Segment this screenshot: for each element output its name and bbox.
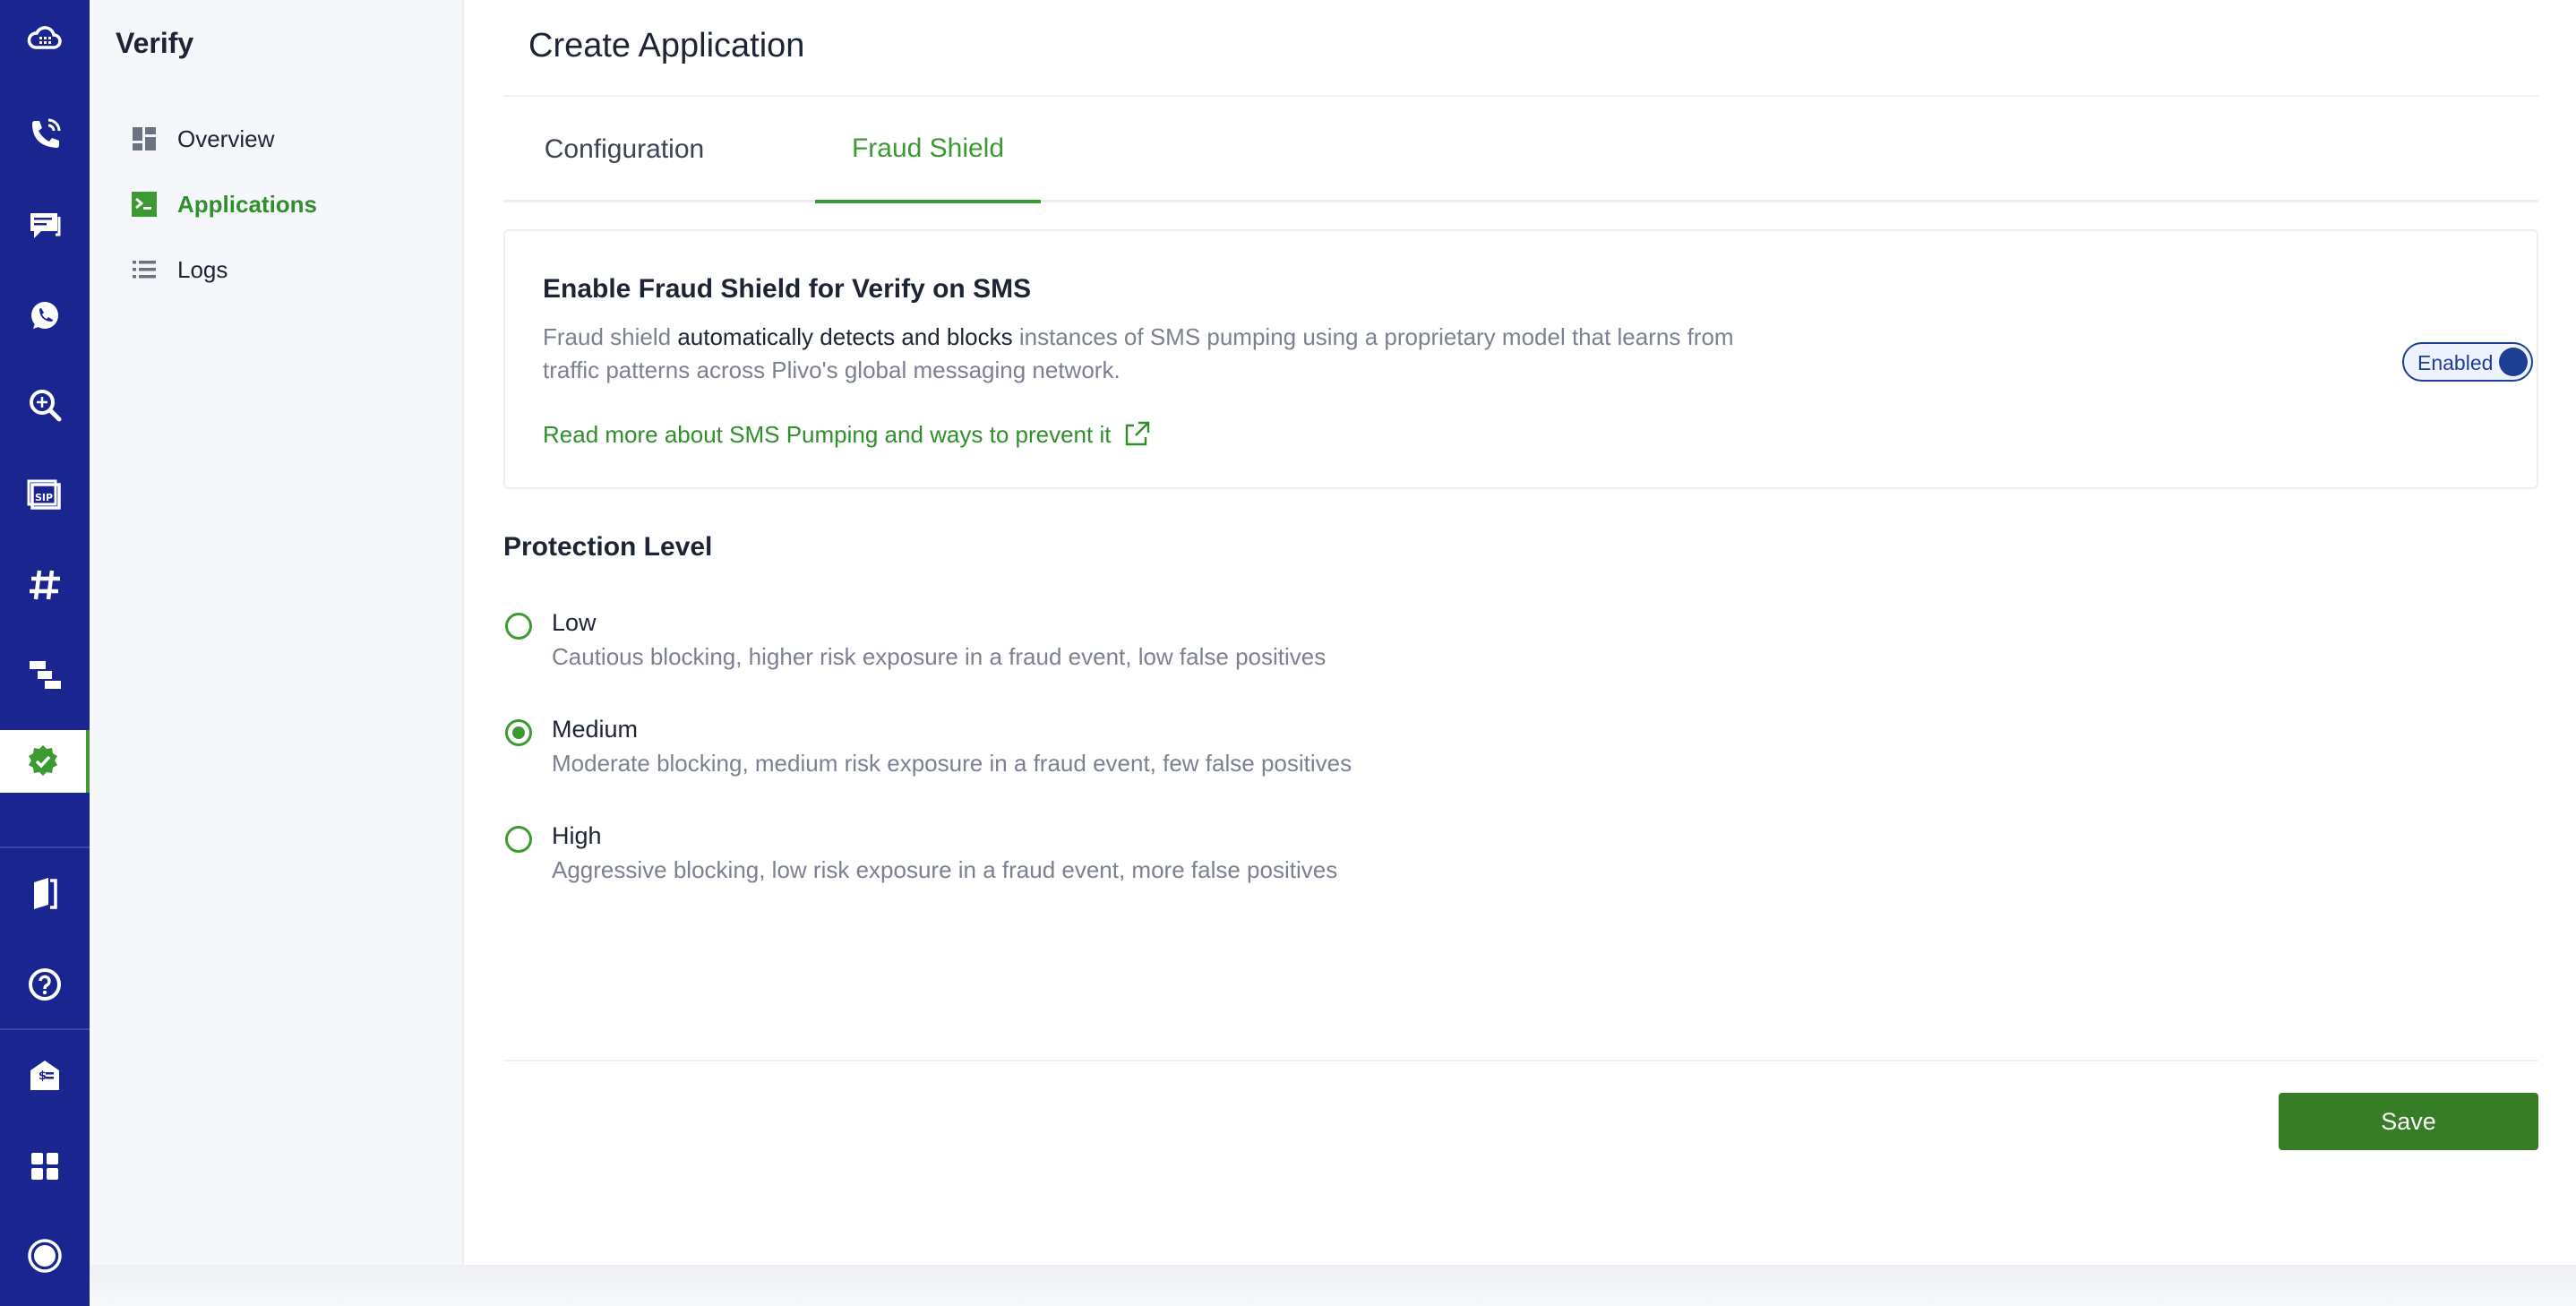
phone-numbers-icon[interactable] — [0, 554, 90, 616]
toggle-knob — [2499, 348, 2528, 376]
radio-high[interactable] — [505, 826, 532, 853]
tab-fraud-shield[interactable]: Fraud Shield — [815, 97, 1041, 203]
window-bottom-edge — [90, 1265, 2576, 1306]
protection-option-low[interactable]: Low Cautious blocking, higher risk expos… — [503, 606, 1936, 686]
fraud-shield-card: Enable Fraud Shield for Verify on SMS Fr… — [503, 229, 2538, 489]
protection-option-medium[interactable]: Medium Moderate blocking, medium risk ex… — [503, 712, 1936, 793]
rail-divider — [0, 1028, 90, 1030]
tab-bar: Configuration Fraud Shield — [503, 97, 2538, 203]
voice-call-icon[interactable] — [0, 103, 90, 166]
sidebar-item-label: Logs — [177, 255, 228, 283]
account-icon[interactable] — [0, 1224, 90, 1287]
option-label: High — [552, 822, 602, 849]
apps-grid-icon[interactable] — [0, 1135, 90, 1198]
protection-level-title: Protection Level — [503, 532, 713, 562]
product-rail: SIP $ — [0, 0, 90, 1306]
whatsapp-icon[interactable] — [0, 284, 90, 347]
cloud-dashboard-icon[interactable] — [0, 7, 90, 70]
desc-text: Fraud shield — [543, 323, 678, 350]
list-icon — [133, 261, 156, 279]
option-label: Medium — [552, 716, 639, 743]
tab-configuration[interactable]: Configuration — [503, 97, 745, 202]
svg-text:SIP: SIP — [35, 492, 53, 503]
footer-divider — [503, 1060, 2538, 1061]
verify-sidebar: Verify Overview Applications Logs — [90, 0, 464, 1265]
sidebar-item-label: Applications — [177, 190, 318, 218]
sip-trunking-icon[interactable]: SIP — [0, 464, 90, 527]
external-link-icon — [1126, 421, 1150, 446]
sidebar-item-label: Overview — [177, 125, 275, 152]
radio-low[interactable] — [505, 613, 532, 640]
billing-icon[interactable]: $ — [0, 1044, 90, 1107]
verify-icon[interactable] — [0, 730, 90, 793]
main-content: Create Application Configuration Fraud S… — [464, 0, 2576, 1265]
option-label: Low — [552, 609, 597, 636]
sidebar-item-overview[interactable]: Overview — [131, 116, 274, 161]
fraud-shield-toggle[interactable]: Enabled — [2402, 342, 2533, 382]
option-description: Aggressive blocking, low risk exposure i… — [552, 856, 1338, 883]
protection-option-high[interactable]: High Aggressive blocking, low risk expos… — [503, 819, 1936, 899]
number-lookup-icon[interactable] — [0, 374, 90, 436]
desc-emphasis: automatically detects and blocks — [677, 323, 1013, 350]
option-description: Moderate blocking, medium risk exposure … — [552, 750, 1352, 777]
fraud-shield-title: Enable Fraud Shield for Verify on SMS — [543, 274, 1032, 304]
messaging-icon[interactable] — [0, 194, 90, 257]
link-label: Read more about SMS Pumping and ways to … — [543, 420, 1112, 448]
radio-medium[interactable] — [505, 719, 532, 746]
sidebar-item-applications[interactable]: Applications — [131, 182, 317, 227]
sms-pumping-link[interactable]: Read more about SMS Pumping and ways to … — [543, 419, 1152, 450]
dashboard-icon — [133, 127, 156, 150]
help-icon[interactable] — [0, 953, 90, 1016]
sidebar-title: Verify — [116, 27, 194, 59]
page-title: Create Application — [528, 27, 805, 64]
toggle-label: Enabled — [2417, 351, 2494, 374]
rail-divider — [0, 846, 90, 848]
fraud-shield-description: Fraud shield automatically detects and b… — [543, 321, 1779, 387]
workflow-icon[interactable] — [0, 643, 90, 706]
docs-icon[interactable] — [0, 862, 90, 924]
app-window: SIP $ Verify Overview Applications Logs … — [0, 0, 2576, 1306]
terminal-icon — [132, 192, 157, 217]
save-button[interactable]: Save — [2279, 1093, 2538, 1150]
svg-text:$: $ — [39, 1070, 47, 1083]
option-description: Cautious blocking, higher risk exposure … — [552, 643, 1327, 670]
sidebar-item-logs[interactable]: Logs — [131, 247, 228, 292]
